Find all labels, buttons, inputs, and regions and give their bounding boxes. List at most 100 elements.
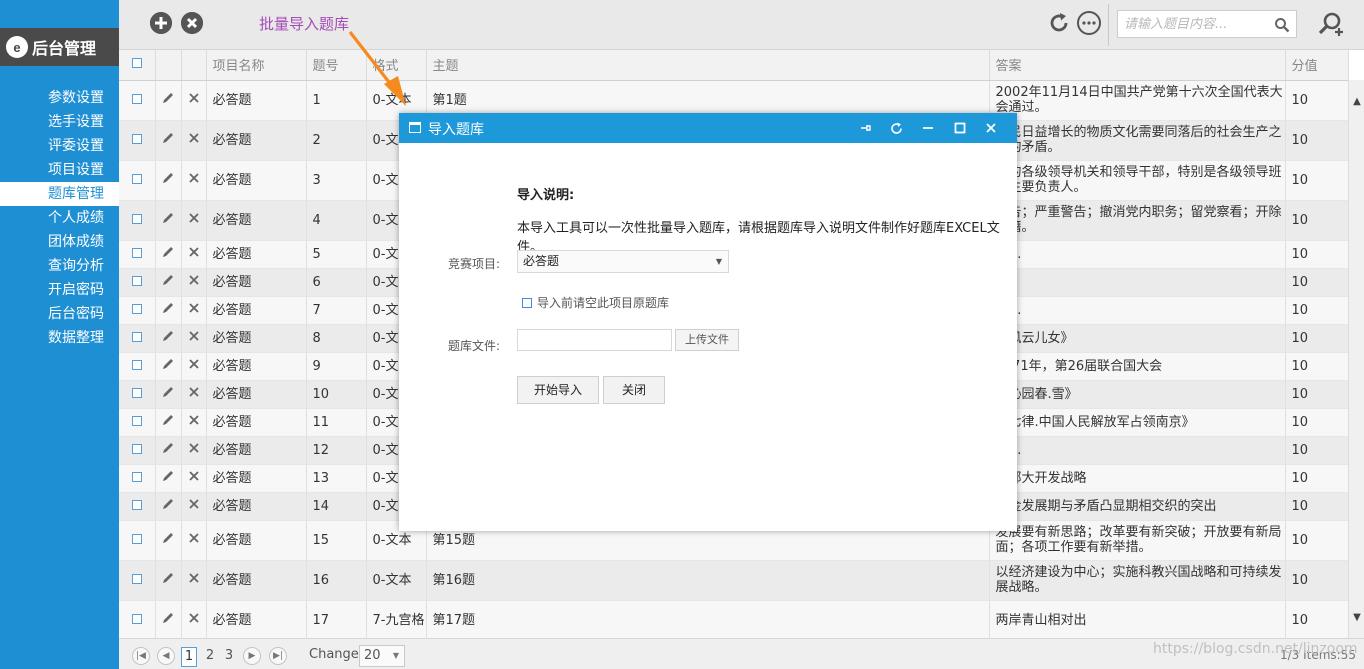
sidebar-item[interactable]: 查询分析 [0, 254, 119, 278]
delete-row-icon[interactable] [181, 436, 207, 465]
sidebar-item[interactable]: 团体成绩 [0, 230, 119, 254]
header-subject[interactable]: 主题 [426, 50, 990, 81]
row-checkbox[interactable] [119, 436, 156, 465]
search-input[interactable] [1118, 11, 1268, 37]
edit-icon[interactable] [155, 380, 182, 409]
clear-existing-checkbox[interactable]: 导入前请空此项目原题库 [522, 294, 669, 311]
sidebar-item[interactable]: 后台密码 [0, 302, 119, 326]
edit-icon[interactable] [155, 240, 182, 269]
select-all-checkbox[interactable] [119, 50, 156, 81]
edit-icon[interactable] [155, 408, 182, 437]
sidebar-item[interactable]: 选手设置 [0, 110, 119, 134]
edit-icon[interactable] [155, 520, 182, 561]
delete-row-icon[interactable] [181, 464, 207, 493]
edit-icon[interactable] [155, 120, 182, 161]
next-page-icon[interactable]: ▶ [243, 647, 261, 665]
edit-icon[interactable] [155, 492, 182, 521]
delete-row-icon[interactable] [181, 380, 207, 409]
close-icon[interactable] [981, 118, 1001, 138]
vertical-scrollbar[interactable]: ▲ ▼ [1348, 80, 1364, 638]
sidebar-item[interactable]: 评委设置 [0, 134, 119, 158]
minimize-icon[interactable] [918, 118, 938, 138]
row-checkbox[interactable] [119, 600, 156, 641]
delete-row-icon[interactable] [181, 324, 207, 353]
close-button[interactable]: 关闭 [603, 376, 665, 404]
add-icon[interactable] [150, 12, 172, 34]
reload-icon[interactable] [886, 118, 906, 138]
upload-file-button[interactable]: 上传文件 [675, 329, 739, 351]
edit-icon[interactable] [155, 80, 182, 121]
delete-row-icon[interactable] [181, 160, 207, 201]
row-checkbox[interactable] [119, 408, 156, 437]
table-row[interactable]: 必答题 16 0-文本 第16题 以经济建设为中心；实施科教兴国战略和可持续发展战略。 1… [119, 560, 1349, 601]
sidebar-item[interactable]: 项目设置 [0, 158, 119, 182]
row-checkbox[interactable] [119, 492, 156, 521]
delete-icon[interactable] [181, 12, 203, 34]
delete-row-icon[interactable] [181, 268, 207, 297]
sidebar-item[interactable]: 参数设置 [0, 86, 119, 110]
delete-row-icon[interactable] [181, 492, 207, 521]
page-number[interactable]: 2 [202, 647, 218, 667]
row-checkbox[interactable] [119, 324, 156, 353]
edit-icon[interactable] [155, 464, 182, 493]
row-checkbox[interactable] [119, 352, 156, 381]
row-checkbox[interactable] [119, 80, 156, 121]
edit-icon[interactable] [155, 600, 182, 641]
file-path-input[interactable] [517, 329, 672, 351]
edit-icon[interactable] [155, 296, 182, 325]
edit-icon[interactable] [155, 268, 182, 297]
row-checkbox[interactable] [119, 120, 156, 161]
edit-icon[interactable] [155, 324, 182, 353]
sidebar-item[interactable]: 数据整理 [0, 326, 119, 350]
edit-icon[interactable] [155, 560, 182, 601]
page-number[interactable]: 1 [181, 647, 197, 667]
edit-icon[interactable] [155, 436, 182, 465]
page-size-select[interactable]: 20 ▼ [359, 645, 405, 667]
row-checkbox[interactable] [119, 380, 156, 409]
prev-page-icon[interactable]: ◀ [157, 647, 175, 665]
row-checkbox[interactable] [119, 240, 156, 269]
row-checkbox[interactable] [119, 296, 156, 325]
header-project[interactable]: 项目名称 [206, 50, 307, 81]
edit-icon[interactable] [155, 200, 182, 241]
refresh-icon[interactable] [1047, 11, 1071, 35]
row-checkbox[interactable] [119, 520, 156, 561]
cell-score: 10 [1285, 268, 1349, 297]
delete-row-icon[interactable] [181, 296, 207, 325]
delete-row-icon[interactable] [181, 520, 207, 561]
delete-row-icon[interactable] [181, 560, 207, 601]
delete-row-icon[interactable] [181, 600, 207, 641]
search-plus-icon[interactable] [1317, 10, 1345, 38]
table-row[interactable]: 必答题 17 7-九宫格 第17题 两岸青山相对出 10 [119, 600, 1349, 641]
header-answer[interactable]: 答案 [989, 50, 1286, 81]
checkbox[interactable] [522, 297, 532, 308]
sidebar-item[interactable]: 开启密码 [0, 278, 119, 302]
project-select[interactable]: 必答题 ▼ [517, 250, 729, 273]
delete-row-icon[interactable] [181, 408, 207, 437]
maximize-icon[interactable] [950, 118, 970, 138]
more-icon[interactable] [1077, 11, 1101, 35]
scroll-up-icon[interactable]: ▲ [1349, 94, 1364, 110]
row-checkbox[interactable] [119, 268, 156, 297]
pin-icon[interactable] [856, 118, 876, 138]
start-import-button[interactable]: 开始导入 [517, 376, 599, 404]
page-number[interactable]: 3 [221, 647, 237, 667]
row-checkbox[interactable] [119, 160, 156, 201]
sidebar-item[interactable]: 个人成绩 [0, 206, 119, 230]
sidebar-item[interactable]: 题库管理 [0, 182, 119, 206]
delete-row-icon[interactable] [181, 240, 207, 269]
delete-row-icon[interactable] [181, 352, 207, 381]
last-page-icon[interactable]: ▶| [269, 647, 287, 665]
delete-row-icon[interactable] [181, 120, 207, 161]
edit-icon[interactable] [155, 160, 182, 201]
search-icon[interactable] [1274, 17, 1290, 33]
scroll-down-icon[interactable]: ▼ [1349, 610, 1364, 626]
row-checkbox[interactable] [119, 200, 156, 241]
delete-row-icon[interactable] [181, 200, 207, 241]
delete-row-icon[interactable] [181, 80, 207, 121]
row-checkbox[interactable] [119, 560, 156, 601]
row-checkbox[interactable] [119, 464, 156, 493]
header-score[interactable]: 分值 [1285, 50, 1349, 81]
edit-icon[interactable] [155, 352, 182, 381]
first-page-icon[interactable]: |◀ [132, 647, 150, 665]
